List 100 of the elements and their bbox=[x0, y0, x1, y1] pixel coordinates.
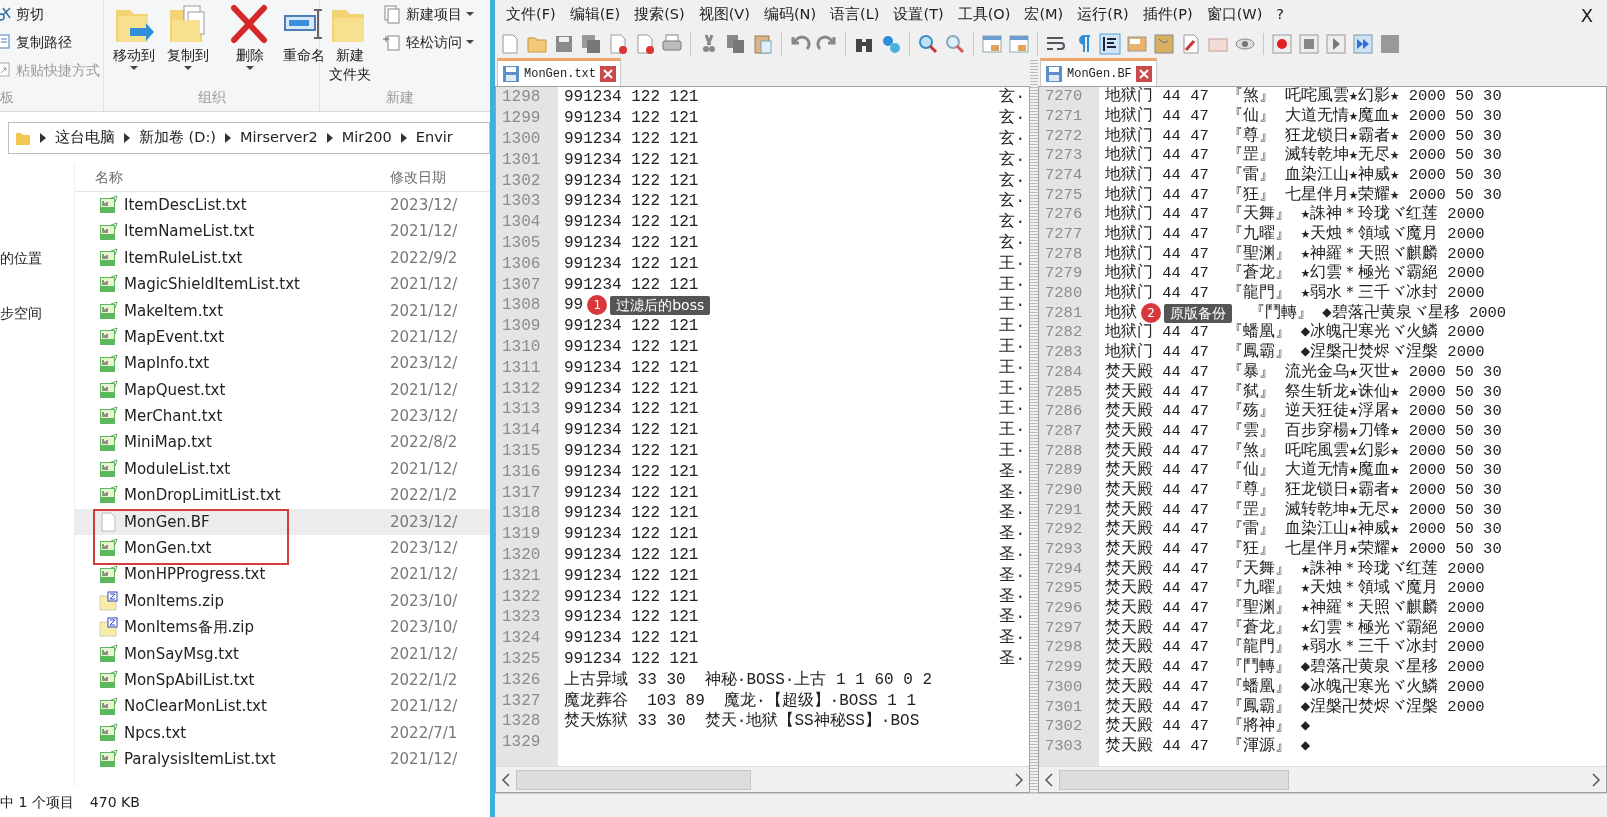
breadcrumb-item[interactable]: Mirserver2 bbox=[240, 127, 318, 149]
menu-item[interactable]: ? bbox=[1269, 4, 1292, 26]
window-icon[interactable] bbox=[1008, 33, 1030, 55]
code-line: 地狱门 44 47 『九曜』 ★天烛＊領域ヾ魔月 2000 bbox=[1104, 223, 1485, 244]
file-row[interactable]: ModuleList.txt 2021/12/ bbox=[75, 455, 490, 483]
ribbon-command[interactable]: 新建项目 bbox=[380, 0, 476, 28]
menu-item[interactable]: 语言(L) bbox=[823, 4, 887, 26]
address-bar[interactable]: 这台电脑 新加卷 (D:) Mirserver2 Mir200 Envir bbox=[8, 122, 490, 154]
code-line: 99 bbox=[563, 295, 584, 317]
file-row[interactable]: ItemDescList.txt 2023/12/ bbox=[75, 192, 490, 219]
file-row[interactable]: NoClearMonList.txt 2021/12/ bbox=[75, 693, 490, 720]
document-close-icon[interactable] bbox=[607, 33, 629, 55]
line-number: 7286 bbox=[1039, 402, 1099, 422]
menu-item[interactable]: 宏(M) bbox=[1017, 4, 1071, 26]
menu-item[interactable]: 搜索(S) bbox=[627, 4, 692, 26]
nav-item[interactable]: 步空间 bbox=[0, 303, 74, 324]
file-row[interactable]: ParalysisItemList.txt 2021/12/ bbox=[75, 746, 490, 773]
menu-item[interactable]: 设置(T) bbox=[886, 4, 951, 26]
file-row[interactable]: ItemRuleList.txt 2022/9/2 bbox=[75, 244, 490, 272]
ribbon-command[interactable]: 轻松访问 bbox=[380, 28, 476, 56]
record-icon[interactable] bbox=[1271, 33, 1293, 55]
file-tab[interactable]: MonGen.BF bbox=[1040, 58, 1157, 86]
file-date: 2022/9/2 bbox=[390, 247, 458, 269]
copy-icon[interactable] bbox=[725, 33, 747, 55]
file-row[interactable]: MagicShieldItemList.txt 2021/12/ bbox=[75, 271, 490, 298]
close-button[interactable]: X bbox=[1573, 1, 1607, 29]
menu-item[interactable]: 运行(R) bbox=[1070, 4, 1136, 26]
play-icon[interactable] bbox=[1325, 33, 1347, 55]
panel-icon[interactable] bbox=[1126, 33, 1148, 55]
new-folder-button[interactable]: 新建 文件夹 bbox=[326, 0, 374, 87]
code-line: 焚天殿 44 47 『蟠凰』 ◆冰魄卍寒光ヾ火鱗 2000 bbox=[1104, 676, 1485, 697]
breadcrumb-item[interactable]: 新加卷 (D:) bbox=[139, 127, 216, 149]
ribbon-command[interactable]: 删除 bbox=[226, 0, 274, 87]
file-row[interactable]: MonGen.BF 2023/12/ bbox=[75, 508, 490, 536]
code-text: 王· bbox=[999, 440, 1026, 462]
menu-item[interactable]: 编码(N) bbox=[756, 4, 824, 26]
menu-item[interactable]: 工具(O) bbox=[950, 4, 1018, 26]
file-row[interactable]: MonDropLimitList.txt 2022/1/2 bbox=[75, 482, 490, 509]
ribbon-command[interactable]: 复制路径 bbox=[0, 28, 97, 56]
column-header[interactable]: 名称 bbox=[75, 167, 390, 188]
code-text: 王· bbox=[999, 336, 1026, 358]
ribbon-command[interactable]: 剪切 bbox=[0, 0, 97, 28]
pane-splitter[interactable] bbox=[1030, 58, 1038, 793]
file-row[interactable]: MonItems.zip 2023/10/ bbox=[75, 587, 490, 615]
function-list-icon[interactable] bbox=[1180, 33, 1202, 55]
menu-item[interactable]: 插件(P) bbox=[1135, 4, 1200, 26]
file-row[interactable]: ItemNameList.txt 2021/12/ bbox=[75, 218, 490, 245]
zoom-out-icon[interactable] bbox=[944, 33, 966, 55]
file-date: 2021/12/ bbox=[390, 221, 458, 243]
file-row[interactable]: MonItems备用.zip 2023/10/ bbox=[75, 614, 490, 641]
horizontal-scrollbar[interactable] bbox=[496, 766, 1029, 792]
zoom-in-icon[interactable] bbox=[917, 33, 939, 55]
file-date: 2023/12/ bbox=[390, 194, 458, 216]
indent-guide-icon[interactable] bbox=[1099, 33, 1121, 55]
file-row[interactable]: MerChant.txt 2023/12/ bbox=[75, 403, 490, 430]
breadcrumb-item[interactable]: Mir200 bbox=[341, 127, 392, 149]
clipboard-icon[interactable] bbox=[752, 33, 774, 55]
ribbon-command[interactable]: 移动到 bbox=[110, 0, 158, 87]
file-row[interactable]: MiniMap.txt 2022/8/2 bbox=[75, 429, 490, 456]
document-close-icon[interactable] bbox=[634, 33, 656, 55]
horizontal-scrollbar[interactable] bbox=[1039, 766, 1606, 792]
code-line: 991234 122 121 bbox=[563, 482, 699, 504]
scrollbar-thumb[interactable] bbox=[516, 769, 751, 790]
file-row[interactable]: MapQuest.txt 2021/12/ bbox=[75, 376, 490, 404]
breadcrumb-item[interactable]: Envir bbox=[415, 127, 453, 149]
text-file-icon bbox=[99, 696, 118, 717]
fast-forward-icon[interactable] bbox=[1352, 33, 1374, 55]
nav-item[interactable]: 的位置 bbox=[0, 248, 74, 269]
text-file-icon bbox=[99, 643, 118, 664]
file-row[interactable]: MonSpAbilList.txt 2022/1/2 bbox=[75, 667, 490, 694]
floppy-icon[interactable] bbox=[553, 33, 575, 55]
file-row[interactable]: MakeItem.txt 2021/12/ bbox=[75, 297, 490, 324]
text-file-icon bbox=[99, 749, 118, 770]
window-icon[interactable] bbox=[981, 33, 1003, 55]
code-line: 991234 122 121 bbox=[563, 586, 699, 608]
column-header[interactable]: 修改日期 bbox=[390, 167, 446, 188]
breadcrumb-item[interactable]: 这台电脑 bbox=[55, 127, 115, 149]
menu-item[interactable]: 视图(V) bbox=[691, 4, 757, 26]
line-number: 7271 bbox=[1039, 106, 1099, 127]
file-tab[interactable]: MonGen.txt bbox=[497, 58, 621, 86]
ribbon-command[interactable]: 重命名 bbox=[280, 0, 328, 87]
stop-icon[interactable] bbox=[1298, 33, 1320, 55]
line-number: 7283 bbox=[1039, 342, 1099, 363]
file-row[interactable]: MonHPProgress.txt 2021/12/ bbox=[75, 561, 490, 588]
file-row[interactable]: MonGen.txt 2023/12/ bbox=[75, 535, 490, 562]
file-name: ItemDescList.txt bbox=[124, 194, 247, 216]
floppies-icon[interactable] bbox=[580, 33, 602, 55]
menu-item[interactable]: 窗口(W) bbox=[1199, 4, 1270, 26]
file-row[interactable]: MonSayMsg.txt 2021/12/ bbox=[75, 640, 490, 668]
menu-item[interactable]: 文件(F) bbox=[499, 4, 563, 26]
file-row[interactable]: MapEvent.txt 2021/12/ bbox=[75, 323, 490, 351]
ribbon-command[interactable]: 复制到 bbox=[164, 0, 212, 87]
scrollbar-thumb[interactable] bbox=[1059, 769, 1289, 790]
file-date: 2021/12/ bbox=[390, 643, 458, 665]
replace-icon[interactable] bbox=[880, 33, 902, 55]
file-date: 2021/12/ bbox=[390, 696, 458, 718]
menu-item[interactable]: 编辑(E) bbox=[562, 4, 628, 26]
file-row[interactable]: MapInfo.txt 2023/12/ bbox=[75, 350, 490, 377]
document-icon[interactable] bbox=[499, 33, 521, 55]
file-row[interactable]: Npcs.txt 2022/7/1 bbox=[75, 719, 490, 747]
